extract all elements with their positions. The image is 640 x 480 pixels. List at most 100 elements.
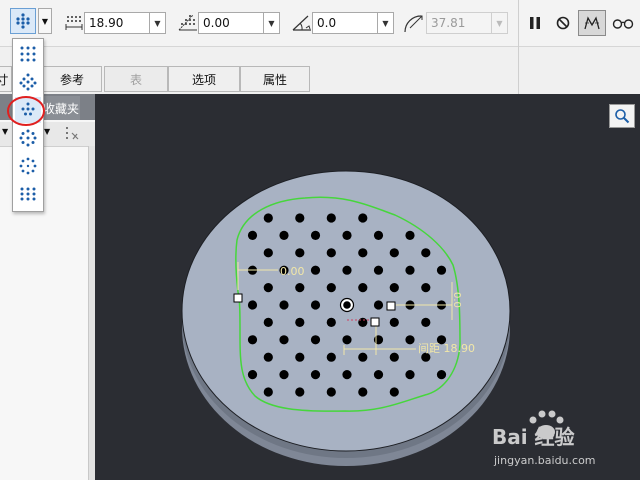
pattern-option-diamond[interactable] bbox=[15, 69, 41, 95]
pattern-hole bbox=[405, 265, 415, 275]
tab-label: 寸 bbox=[0, 72, 9, 87]
chevron-down-icon: ▼ bbox=[496, 18, 503, 28]
spacing-drag-handle[interactable] bbox=[386, 301, 396, 311]
pattern-option-square[interactable] bbox=[15, 41, 41, 67]
no-preview-button[interactable] bbox=[552, 12, 574, 34]
graphics-viewport[interactable]: 0.00 间距 18.90 0.0 Bai 经验 jingyan.baidu.c… bbox=[95, 94, 640, 480]
pattern-hole bbox=[247, 335, 258, 345]
pattern-hole bbox=[326, 213, 336, 223]
spiral-pattern-icon bbox=[19, 157, 37, 175]
tab-dimensions[interactable]: 寸 bbox=[0, 66, 12, 92]
spacing-input[interactable] bbox=[85, 13, 149, 33]
chevron-down-icon: ▼ bbox=[382, 18, 389, 28]
chevron-down-icon: ▼ bbox=[154, 18, 161, 28]
fill-pattern-dropdown-arrow[interactable]: ▼ bbox=[38, 8, 52, 34]
spacing-dropdown-button[interactable]: ▼ bbox=[150, 12, 166, 34]
pattern-hole bbox=[358, 283, 368, 293]
viewport-zoom-button[interactable] bbox=[609, 104, 635, 128]
watermark-url: jingyan.baidu.com bbox=[493, 454, 596, 467]
pattern-hole bbox=[358, 352, 368, 362]
rotation-input[interactable] bbox=[313, 13, 377, 33]
tab-label: 选项 bbox=[191, 72, 216, 87]
pattern-hole bbox=[389, 317, 399, 327]
pattern-hole bbox=[247, 370, 258, 380]
pattern-hole bbox=[279, 230, 289, 240]
pattern-hole bbox=[373, 265, 384, 275]
vertical-dimension-label[interactable]: 0.0 bbox=[451, 292, 462, 308]
pause-button[interactable] bbox=[524, 12, 546, 34]
pattern-hole bbox=[358, 317, 368, 327]
pattern-hole bbox=[421, 283, 431, 293]
pattern-hole bbox=[326, 248, 336, 258]
square-pattern-icon bbox=[20, 46, 36, 62]
tab-table[interactable]: 表 bbox=[104, 66, 168, 92]
pattern-option-curve[interactable] bbox=[15, 181, 41, 207]
pattern-hole bbox=[373, 335, 384, 345]
pattern-hole bbox=[342, 265, 352, 275]
tab-references[interactable]: 参考 bbox=[42, 66, 102, 92]
pattern-hole bbox=[247, 230, 258, 240]
tab-properties[interactable]: 属性 bbox=[240, 66, 310, 92]
pattern-center-dot bbox=[343, 301, 351, 309]
angle-dimension-label[interactable]: 0.00 bbox=[280, 265, 305, 278]
angle-dropdown-button[interactable]: ▼ bbox=[264, 12, 280, 34]
rotation-field[interactable] bbox=[312, 12, 378, 34]
toolbar-separator bbox=[518, 0, 519, 94]
pattern-hole bbox=[263, 283, 273, 293]
pattern-option-spiral[interactable] bbox=[15, 153, 41, 179]
verify-preview-button[interactable] bbox=[610, 12, 636, 34]
radius-field[interactable] bbox=[426, 12, 492, 34]
pattern-hole bbox=[405, 230, 415, 240]
tab-label: 参考 bbox=[59, 72, 84, 87]
watermark-brand: Bai 经验 bbox=[492, 425, 575, 449]
tab-label: 表 bbox=[129, 72, 142, 87]
square-grid-pattern-icon bbox=[16, 13, 30, 29]
radius-input[interactable] bbox=[427, 13, 491, 33]
pattern-hole bbox=[295, 317, 305, 327]
tab-label: 属性 bbox=[262, 72, 287, 87]
tab-options[interactable]: 选项 bbox=[168, 66, 240, 92]
pattern-hole bbox=[358, 387, 368, 397]
spacing-dimension-label[interactable]: 间距 18.90 bbox=[418, 342, 475, 355]
angle-field[interactable] bbox=[198, 12, 264, 34]
pattern-hole bbox=[310, 230, 321, 240]
pattern-hole bbox=[389, 248, 399, 258]
pattern-hole bbox=[436, 370, 447, 380]
pattern-hole bbox=[279, 370, 289, 380]
chevron-down-icon[interactable]: ▼ bbox=[2, 127, 8, 136]
rotation-dropdown-button[interactable]: ▼ bbox=[378, 12, 394, 34]
pattern-hole bbox=[405, 335, 415, 345]
chevron-down-icon[interactable]: ▼ bbox=[44, 127, 50, 136]
pattern-hole bbox=[263, 352, 273, 362]
model-canvas[interactable]: 0.00 间距 18.90 0.0 Bai 经验 jingyan.baidu.c… bbox=[95, 94, 640, 480]
chevron-down-icon: ▼ bbox=[268, 18, 275, 28]
pattern-hole bbox=[263, 387, 273, 397]
fill-pattern-button[interactable] bbox=[10, 8, 36, 34]
offset-drag-handle[interactable] bbox=[370, 317, 380, 327]
preview-geometry-icon bbox=[584, 16, 600, 30]
angle-drag-handle[interactable] bbox=[233, 293, 243, 303]
pattern-hole bbox=[389, 387, 399, 397]
spacing-field[interactable] bbox=[84, 12, 150, 34]
pattern-hole bbox=[389, 352, 399, 362]
pattern-hole bbox=[342, 230, 352, 240]
radius-dropdown-button[interactable]: ▼ bbox=[492, 12, 508, 34]
pattern-hole bbox=[342, 370, 352, 380]
pattern-hole bbox=[295, 248, 305, 258]
geometry-preview-button[interactable] bbox=[578, 10, 606, 36]
pattern-option-circle[interactable] bbox=[15, 125, 41, 151]
pattern-hole bbox=[295, 352, 305, 362]
highlight-circle-annotation bbox=[7, 96, 45, 126]
pattern-hole bbox=[263, 317, 273, 327]
baidu-watermark: Bai 经验 jingyan.baidu.com bbox=[492, 410, 596, 467]
favorites-tab-label: 收藏夹 bbox=[42, 101, 79, 116]
radius-icon bbox=[404, 15, 423, 33]
tree-filter-icon[interactable] bbox=[64, 125, 84, 143]
pattern-hole bbox=[310, 300, 321, 310]
magnifier-icon bbox=[615, 109, 630, 124]
pattern-hole bbox=[389, 283, 399, 293]
diamond-pattern-icon bbox=[19, 73, 37, 91]
pattern-hole bbox=[421, 248, 431, 258]
pattern-hole bbox=[405, 370, 415, 380]
angle-input[interactable] bbox=[199, 13, 263, 33]
